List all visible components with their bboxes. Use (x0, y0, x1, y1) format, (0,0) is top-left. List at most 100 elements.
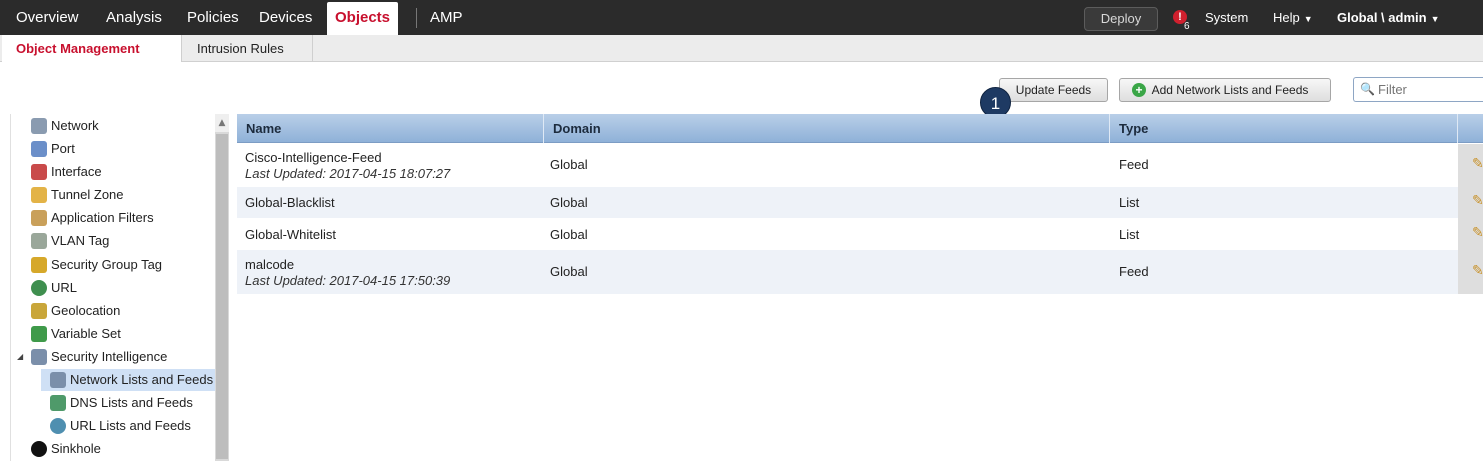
sidebar-item-label: Network (51, 118, 99, 133)
sidebar-item-dns-lists-and-feeds[interactable]: DNS Lists and Feeds (41, 392, 216, 414)
nav-policies[interactable]: Policies (187, 0, 239, 35)
sidebar-item-interface[interactable]: Interface (11, 161, 216, 183)
edit-cell: ✎ (1458, 187, 1483, 218)
alert-count: 6 (1184, 21, 1190, 32)
nav-divider (416, 8, 417, 28)
object-type-sidebar: Network Port Interface Tunnel Zone Appli… (10, 114, 228, 461)
tab-intrusion-rules[interactable]: Intrusion Rules (183, 35, 313, 62)
table-row[interactable]: Global-Whitelist Global List ✎ (237, 218, 1483, 250)
search-icon: 🔍 (1360, 82, 1375, 96)
row-name-text: Cisco-Intelligence-Feed (245, 150, 382, 165)
scroll-up-icon[interactable]: ▲ (215, 114, 229, 132)
column-header-type[interactable]: Type (1110, 114, 1458, 143)
sidebar-item-label: Sinkhole (51, 441, 101, 456)
sidebar-item-url-lists-and-feeds[interactable]: URL Lists and Feeds (41, 415, 216, 437)
chevron-down-icon: ▼ (1303, 14, 1313, 24)
update-feeds-button[interactable]: Update Feeds (999, 78, 1108, 102)
column-header-domain[interactable]: Domain (544, 114, 1110, 143)
tab-object-management[interactable]: Object Management (2, 35, 182, 62)
nav-objects[interactable]: Objects (327, 2, 399, 35)
row-name: malcode Last Updated: 2017-04-15 17:50:3… (245, 257, 450, 288)
help-label: Help (1273, 10, 1300, 25)
edit-cell: ✎ (1458, 250, 1483, 294)
sinkhole-icon (31, 441, 47, 457)
row-last-updated: Last Updated: 2017-04-15 17:50:39 (245, 273, 451, 288)
filter-field[interactable]: 🔍 (1353, 77, 1483, 102)
row-domain: Global (550, 227, 588, 242)
interface-icon (31, 164, 47, 180)
pencil-icon[interactable]: ✎ (1472, 193, 1483, 209)
security-intelligence-icon (31, 349, 47, 365)
sidebar-item-label: Port (51, 141, 75, 156)
subtab-bar: Object Management Intrusion Rules (0, 35, 1483, 62)
sidebar-item-label: DNS Lists and Feeds (70, 395, 193, 410)
sidebar-item-tunnel-zone[interactable]: Tunnel Zone (11, 184, 216, 206)
port-icon (31, 141, 47, 157)
nav-analysis[interactable]: Analysis (106, 0, 162, 35)
sidebar-item-label: Network Lists and Feeds (70, 372, 214, 387)
sidebar-item-label: Security Intelligence (51, 349, 168, 364)
row-name: Cisco-Intelligence-Feed Last Updated: 20… (245, 150, 450, 181)
table-row[interactable]: Cisco-Intelligence-Feed Last Updated: 20… (237, 144, 1483, 187)
pencil-icon[interactable]: ✎ (1472, 263, 1483, 279)
deploy-button[interactable]: Deploy (1084, 7, 1158, 31)
pencil-icon[interactable]: ✎ (1472, 225, 1483, 241)
sidebar-item-label: Variable Set (51, 326, 121, 341)
pencil-icon[interactable]: ✎ (1472, 156, 1483, 172)
add-network-lists-button[interactable]: + Add Network Lists and Feeds (1119, 78, 1331, 102)
sidebar-item-vlan-tag[interactable]: VLAN Tag (11, 230, 216, 252)
row-type: List (1119, 195, 1140, 210)
vlan-tag-icon (31, 233, 47, 249)
network-lists-icon (50, 372, 66, 388)
add-button-label: Add Network Lists and Feeds (1151, 83, 1309, 97)
nav-amp[interactable]: AMP (430, 0, 463, 35)
application-filters-icon (31, 210, 47, 226)
sidebar-item-label: VLAN Tag (51, 233, 110, 248)
sidebar-item-security-intelligence[interactable]: ◢ Security Intelligence (11, 346, 216, 368)
column-header-name[interactable]: Name (237, 114, 544, 143)
row-type: List (1119, 227, 1140, 242)
row-domain: Global (550, 157, 588, 172)
table-row[interactable]: malcode Last Updated: 2017-04-15 17:50:3… (237, 250, 1483, 294)
sidebar-item-port[interactable]: Port (11, 138, 216, 160)
row-type: Feed (1119, 157, 1149, 172)
sidebar-item-security-group-tag[interactable]: Security Group Tag (11, 254, 216, 276)
row-domain: Global (550, 195, 588, 210)
nav-devices[interactable]: Devices (259, 0, 312, 35)
sidebar-item-label: URL (51, 280, 78, 295)
url-lists-icon (50, 418, 66, 434)
row-name-text: malcode (245, 257, 295, 272)
top-navigation: Overview Analysis Policies Devices Objec… (0, 0, 1483, 35)
row-type: Feed (1119, 264, 1149, 279)
plus-icon: + (1132, 83, 1146, 97)
user-menu[interactable]: Global \ admin ▼ (1337, 0, 1440, 35)
sidebar-item-network-lists-and-feeds[interactable]: Network Lists and Feeds (41, 369, 216, 391)
chevron-down-icon: ▼ (1430, 14, 1440, 24)
table-row[interactable]: Global-Blacklist Global List ✎ (237, 187, 1483, 218)
row-domain: Global (550, 264, 588, 279)
sidebar-item-label: Interface (51, 164, 102, 179)
row-name: Global-Blacklist (245, 195, 335, 210)
sidebar-item-network[interactable]: Network (11, 115, 216, 137)
filter-input[interactable] (1378, 80, 1478, 99)
sidebar-item-sinkhole[interactable]: Sinkhole (11, 438, 216, 460)
table-header: Name Domain Type (237, 114, 1483, 143)
network-icon (31, 118, 47, 134)
nav-overview[interactable]: Overview (16, 0, 79, 35)
sidebar-item-label: URL Lists and Feeds (70, 418, 191, 433)
help-menu[interactable]: Help ▼ (1273, 0, 1313, 35)
system-menu[interactable]: System (1205, 0, 1248, 35)
scroll-thumb[interactable] (216, 134, 228, 459)
sidebar-scrollbar[interactable]: ▲ (215, 114, 229, 461)
sidebar-item-label: Geolocation (51, 303, 121, 318)
sidebar-item-geolocation[interactable]: Geolocation (11, 300, 216, 322)
edit-cell: ✎ (1458, 218, 1483, 250)
sidebar-item-variable-set[interactable]: Variable Set (11, 323, 216, 345)
tunnel-zone-icon (31, 187, 47, 203)
expand-arrow-icon[interactable]: ◢ (17, 346, 23, 368)
sidebar-item-label: Tunnel Zone (51, 187, 124, 202)
sidebar-item-application-filters[interactable]: Application Filters (11, 207, 216, 229)
geolocation-icon (31, 303, 47, 319)
sidebar-item-url[interactable]: URL (11, 277, 216, 299)
edit-cell: ✎ (1458, 144, 1483, 187)
